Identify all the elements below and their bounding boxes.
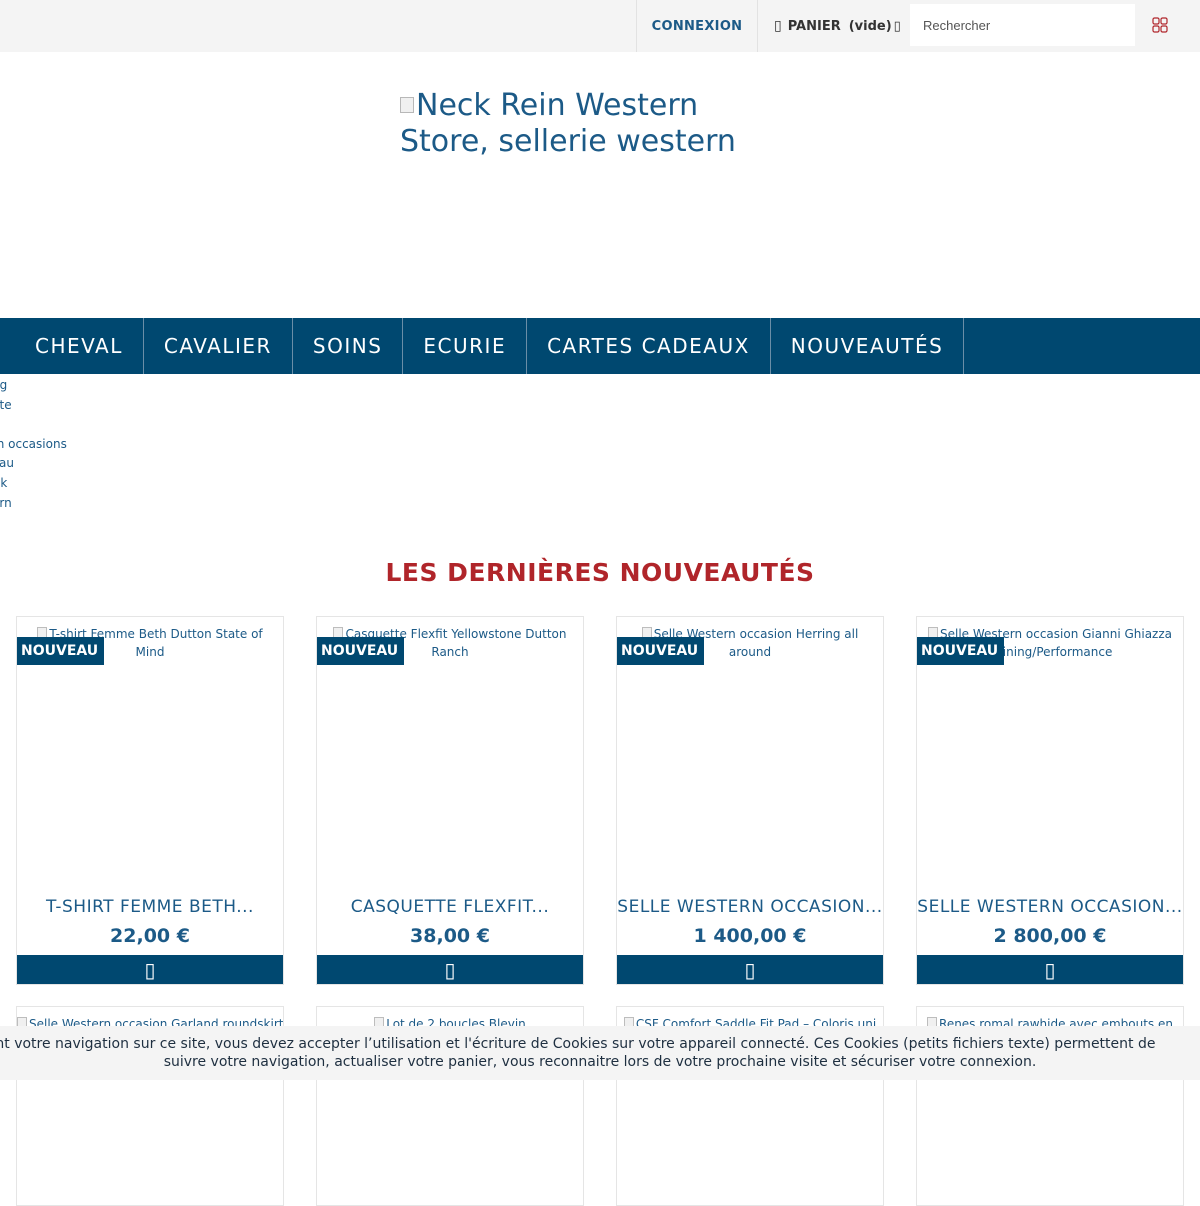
product-card[interactable]: Selle Western occasion Gianni Ghiazza Re… xyxy=(916,616,1184,985)
add-to-cart-button[interactable]: ▯ xyxy=(17,955,283,984)
login-link[interactable]: CONNEXION xyxy=(636,0,758,52)
broken-image-icon xyxy=(400,97,414,113)
cookie-banner: vant votre navigation sur ce site, vous … xyxy=(0,1026,1200,1080)
main-navigation: CHEVAL CAVALIER SOINS ECURIE CARTES CADE… xyxy=(0,318,1200,374)
cart-icon: ▯ xyxy=(444,957,456,982)
section-title: LES DERNIÈRES NOUVEAUTÉS xyxy=(385,558,815,587)
chevron-down-icon: ▯ xyxy=(893,18,901,34)
product-card[interactable]: Selle Western occasion Herring all aroun… xyxy=(616,616,884,985)
logo-alt-text: Neck Rein Western Store, sellerie wester… xyxy=(400,88,736,159)
top-bar: CONNEXION ▯ PANIER (vide) ▯ xyxy=(0,0,1200,52)
add-to-cart-button[interactable]: ▯ xyxy=(917,955,1183,984)
cart-icon: ▯ xyxy=(144,957,156,982)
cart-label: PANIER xyxy=(787,18,841,34)
cart-status: (vide) xyxy=(848,18,892,34)
add-to-cart-button[interactable]: ▯ xyxy=(317,955,583,984)
new-badge: NOUVEAU xyxy=(317,637,405,665)
product-name[interactable]: SELLE WESTERN OCCASION... xyxy=(617,897,883,917)
site-logo[interactable]: Neck Rein Western Store, sellerie wester… xyxy=(400,88,780,160)
submenu-link[interactable]: peau xyxy=(0,454,140,474)
cookie-text-line-2: suivre votre navigation, actualiser votr… xyxy=(163,1054,1037,1070)
submenu-link[interactable]: rn occasions xyxy=(0,435,140,455)
submenu-links: ng ferte ne rn occasions peau ek ern xyxy=(0,376,140,513)
nav-item-soins[interactable]: SOINS xyxy=(293,318,404,374)
product-price: 2 800,00 € xyxy=(993,925,1107,947)
submenu-link[interactable]: ferte xyxy=(0,396,140,416)
cart-summary[interactable]: ▯ PANIER (vide) ▯ xyxy=(760,0,908,52)
nav-item-cavalier[interactable]: CAVALIER xyxy=(144,318,293,374)
submenu-link[interactable]: ng xyxy=(0,376,140,396)
product-price: 22,00 € xyxy=(110,925,190,947)
new-badge: NOUVEAU xyxy=(617,637,705,665)
cart-icon: ▯ xyxy=(1044,957,1056,982)
new-badge: NOUVEAU xyxy=(917,637,1005,665)
submenu-link[interactable]: ern xyxy=(0,494,140,514)
product-name[interactable]: SELLE WESTERN OCCASION... xyxy=(917,897,1183,917)
submenu-link[interactable]: ne xyxy=(0,415,140,435)
shopping-bag-icon: ▯ xyxy=(774,18,782,34)
cart-icon: ▯ xyxy=(744,957,756,982)
product-name[interactable]: CASQUETTE FLEXFIT... xyxy=(317,897,583,917)
product-price: 1 400,00 € xyxy=(693,925,807,947)
product-price: 38,00 € xyxy=(410,925,490,947)
nav-item-cartes-cadeaux[interactable]: CARTES CADEAUX xyxy=(527,318,771,374)
nav-item-nouveautes[interactable]: NOUVEAUTÉS xyxy=(771,318,965,374)
new-badge: NOUVEAU xyxy=(17,637,105,665)
nav-item-cheval[interactable]: CHEVAL xyxy=(0,318,144,374)
add-to-cart-button[interactable]: ▯ xyxy=(617,955,883,984)
submenu-link[interactable]: ek xyxy=(0,474,140,494)
search-input[interactable] xyxy=(910,4,1135,46)
cookie-text-line-1: vant votre navigation sur ce site, vous … xyxy=(0,1036,1156,1052)
product-name[interactable]: T-SHIRT FEMME BETH... xyxy=(17,897,283,917)
grid-icon[interactable] xyxy=(1152,17,1168,33)
product-card[interactable]: Casquette Flexfit Yellowstone Dutton Ran… xyxy=(316,616,584,985)
product-card[interactable]: T-shirt Femme Beth Dutton State of Mind … xyxy=(16,616,284,985)
login-label: CONNEXION xyxy=(651,18,743,34)
nav-item-ecurie[interactable]: ECURIE xyxy=(403,318,528,374)
